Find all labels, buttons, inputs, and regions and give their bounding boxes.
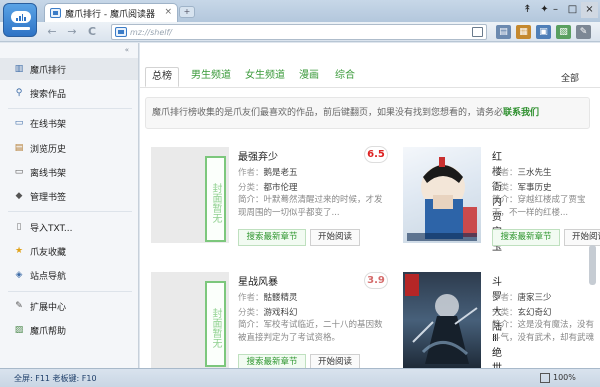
navigation-icon: ◈	[15, 270, 23, 280]
tab-close-icon[interactable]: ×	[164, 7, 172, 17]
bookshelf-icon: ▭	[14, 118, 24, 128]
sidebar-item-label: 扩展中心	[30, 302, 67, 313]
tab-female-channel[interactable]: 女生频道	[241, 67, 289, 87]
sidebar-item-label: 爪友收藏	[30, 247, 67, 258]
sidebar-item-ranking[interactable]: ▥ 魔爪排行	[0, 58, 138, 80]
skin-button[interactable]: ↟	[519, 2, 536, 18]
book-intro: 简介：穿越红楼成了贾宝玉，不一样的红楼...	[492, 195, 586, 218]
sidebar-item-help[interactable]: ▨ 魔爪帮助	[0, 319, 138, 341]
search-latest-chapter-button[interactable]: 搜索最新章节	[238, 354, 306, 368]
address-input[interactable]: mz://shelf/	[111, 24, 487, 40]
sidebar-divider	[8, 291, 132, 292]
tab-comics[interactable]: 漫画	[295, 67, 323, 87]
sidebar-divider	[8, 108, 132, 109]
star-icon: ★	[14, 246, 24, 256]
extension-icon: ✎	[15, 301, 23, 311]
sidebar-item-label: 浏览历史	[30, 144, 67, 155]
scrollbar-thumb[interactable]	[589, 245, 596, 285]
book-author: 作者：唐家三少	[492, 293, 552, 303]
status-text: 全屏: F11 老板键: F10	[14, 374, 97, 383]
book-category: 分类：军事历史	[492, 183, 552, 193]
book-card: 斗罗大陆Ⅲ绝世唐门 作者：唐家三少 分类：玄幻奇幻 简介：这是没有魔法，没有斗气…	[140, 268, 594, 368]
tab-title: 魔爪排行 - 魔爪阅读器	[65, 9, 155, 20]
sidebar-item-label: 管理书签	[30, 192, 67, 203]
sidebar: « ▥ 魔爪排行 ⚲ 搜索作品 ▭ 在线书架 ▤ 浏览历史 ▭ 离线书架 ◆ 管…	[0, 43, 139, 368]
sidebar-divider	[8, 211, 132, 212]
new-tab-button[interactable]: +	[179, 6, 195, 18]
toolbar-icons: ▤ ▦ ▣ ▧ ✎	[496, 25, 591, 39]
maximize-button[interactable]: □	[564, 2, 581, 18]
help-icon: ▨	[14, 325, 24, 335]
app-logo-icon[interactable]	[3, 3, 37, 37]
sidebar-item-import-txt[interactable]: ▯ 导入TXT...	[0, 216, 138, 238]
start-reading-button[interactable]: 开始阅读	[310, 354, 360, 368]
reload-button[interactable]: C	[84, 24, 100, 40]
sidebar-item-bookmarks[interactable]: ◆ 管理书签	[0, 185, 138, 207]
zoom-level[interactable]: 100%	[553, 373, 576, 382]
sidebar-item-history[interactable]: ▤ 浏览历史	[0, 137, 138, 159]
collapse-sidebar-button[interactable]: «	[125, 46, 129, 54]
sidebar-item-extensions[interactable]: ✎ 扩展中心	[0, 295, 138, 317]
image-icon[interactable]: ▧	[556, 25, 571, 39]
sidebar-item-offline-shelf[interactable]: ▭ 离线书架	[0, 161, 138, 183]
contact-us-link[interactable]: 联系我们	[503, 108, 539, 118]
sidebar-item-label: 魔爪排行	[30, 65, 67, 76]
url-text: mz://shelf/	[130, 27, 172, 37]
tab-overall[interactable]: 总榜	[145, 67, 179, 87]
content-scrollbar[interactable]	[587, 245, 597, 368]
reader-icon[interactable]: ▤	[496, 25, 511, 39]
active-tab[interactable]: 魔爪排行 - 魔爪阅读器 ×	[44, 3, 178, 22]
ranking-content: 总榜 男生频道 女生频道 漫画 综合 全部 魔爪排行榜收集的是爪友们最喜欢的作品…	[140, 43, 600, 368]
book-intro: 简介：这是没有魔法，没有斗气，没有武术，却有武魂的唐门世界...	[492, 320, 595, 343]
sidebar-item-online-shelf[interactable]: ▭ 在线书架	[0, 112, 138, 134]
tab-general[interactable]: 综合	[331, 67, 359, 87]
book-cover-image[interactable]	[403, 272, 481, 368]
book-cover-image[interactable]	[403, 147, 481, 243]
sidebar-item-favorites[interactable]: ★ 爪友收藏	[0, 240, 138, 262]
book-category: 分类：玄幻奇幻	[492, 308, 552, 318]
back-button[interactable]: ←	[44, 24, 60, 40]
ranking-icon: ▥	[14, 64, 24, 74]
site-icon	[115, 27, 127, 37]
notice-banner: 魔爪排行榜收集的是爪友们最喜欢的作品，前后键翻页，如果没有找到您想看的，请务必联…	[145, 97, 590, 129]
notice-text: 魔爪排行榜收集的是爪友们最喜欢的作品，前后键翻页，如果没有找到您想看的，请务必	[152, 108, 504, 118]
sidebar-item-label: 导入TXT...	[30, 223, 73, 234]
book-card: 红楼衙内贾宝玉 作者：三水先生 分类：军事历史 简介：穿越红楼成了贾宝玉，不一样…	[140, 143, 600, 258]
start-reading-button[interactable]: 开始阅读	[564, 229, 600, 246]
minimize-button[interactable]: –	[547, 2, 564, 18]
tab-male-channel[interactable]: 男生频道	[187, 67, 235, 87]
book-author: 作者：三水先生	[492, 168, 552, 178]
bookmark-icon: ◆	[15, 191, 23, 201]
search-icon: ⚲	[15, 88, 23, 98]
offline-shelf-icon: ▭	[14, 167, 24, 177]
title-bar: 魔爪排行 - 魔爪阅读器 × + ↟ ✦ – □ ×	[0, 0, 600, 22]
tab-favicon-icon	[50, 8, 61, 18]
close-window-button[interactable]: ×	[581, 2, 598, 18]
category-tabs: 总榜 男生频道 女生频道 漫画 综合 全部	[140, 43, 600, 88]
import-icon: ▯	[16, 222, 22, 232]
grid-icon[interactable]: ▣	[536, 25, 551, 39]
sidebar-item-label: 离线书架	[30, 168, 67, 179]
search-latest-chapter-button[interactable]: 搜索最新章节	[492, 229, 560, 246]
sidebar-item-label: 在线书架	[30, 119, 67, 130]
sidebar-item-label: 搜索作品	[30, 89, 67, 100]
sidebar-item-label: 魔爪帮助	[30, 326, 67, 337]
status-bar: 全屏: F11 老板键: F10 100%	[0, 368, 600, 387]
sidebar-item-search[interactable]: ⚲ 搜索作品	[0, 82, 138, 104]
history-icon: ▤	[14, 143, 24, 153]
reader-mode-icon[interactable]	[472, 27, 483, 37]
window-controls: – □ ×	[547, 2, 598, 18]
forward-button[interactable]: →	[64, 24, 80, 40]
sidebar-item-label: 站点导航	[30, 271, 67, 282]
zoom-icon[interactable]	[540, 373, 550, 383]
book-icon[interactable]: ▦	[516, 25, 531, 39]
filter-all[interactable]: 全部	[561, 71, 579, 84]
address-toolbar: ← → C mz://shelf/ ▤ ▦ ▣ ▧ ✎	[0, 22, 600, 42]
sidebar-item-site-nav[interactable]: ◈ 站点导航	[0, 264, 138, 286]
tools-icon[interactable]: ✎	[576, 25, 591, 39]
